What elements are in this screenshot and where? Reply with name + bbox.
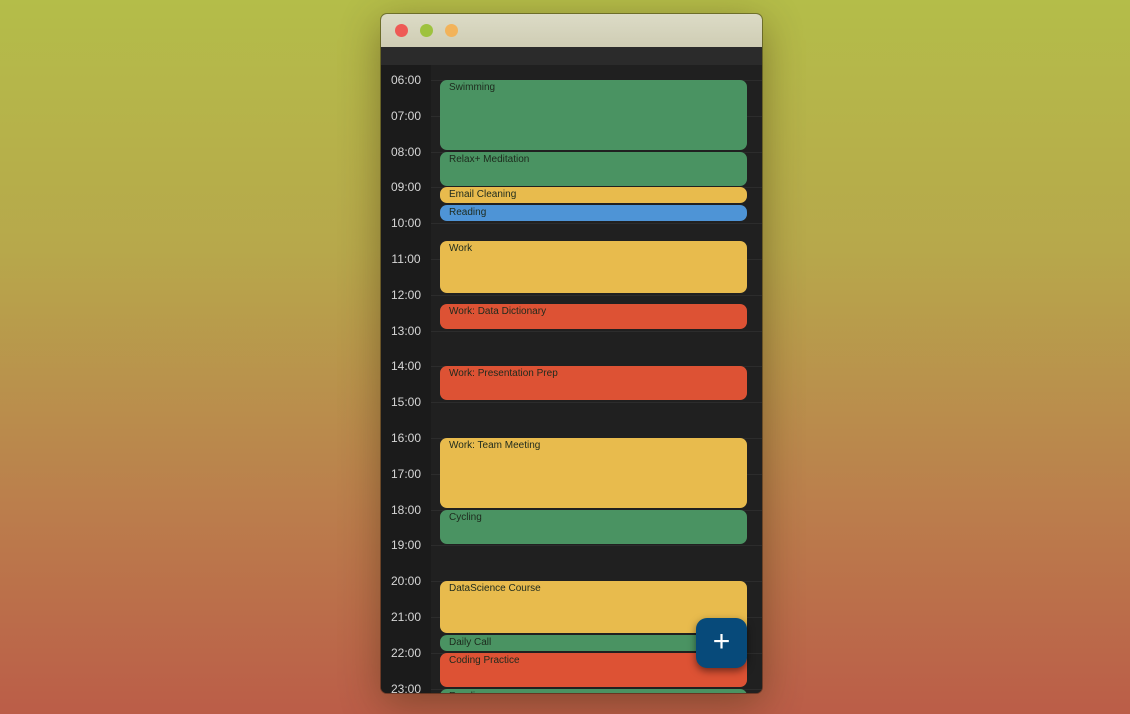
hour-gridline bbox=[431, 545, 762, 546]
event-block[interactable]: Cycling bbox=[440, 510, 747, 544]
hour-label: 12:00 bbox=[390, 288, 422, 302]
hour-label: 06:00 bbox=[390, 73, 422, 87]
event-title: Work: Presentation Prep bbox=[449, 368, 558, 379]
event-block[interactable]: Reading bbox=[440, 689, 747, 693]
minimize-window-button[interactable] bbox=[420, 24, 433, 37]
hour-label: 11:00 bbox=[391, 252, 421, 266]
event-block[interactable]: Work: Presentation Prep bbox=[440, 366, 747, 400]
hour-gridline bbox=[431, 223, 762, 224]
event-title: Swimming bbox=[449, 82, 496, 93]
close-window-button[interactable] bbox=[395, 24, 408, 37]
hour-label: 18:00 bbox=[390, 503, 422, 517]
event-block[interactable]: Work: Team Meeting bbox=[440, 438, 747, 508]
hour-label: 08:00 bbox=[390, 145, 422, 159]
add-event-button[interactable]: + bbox=[696, 618, 747, 668]
event-block[interactable]: Work bbox=[440, 241, 747, 293]
hour-label: 07:00 bbox=[390, 109, 422, 123]
event-title: Reading bbox=[449, 207, 487, 218]
title-bar bbox=[381, 14, 762, 47]
hour-label: 23:00 bbox=[390, 682, 422, 693]
toolbar-strip bbox=[381, 47, 762, 65]
hour-label: 13:00 bbox=[390, 324, 422, 338]
hour-label: 17:00 bbox=[390, 467, 422, 481]
event-block[interactable]: Relax+ Meditation bbox=[440, 152, 747, 186]
event-block[interactable]: Work: Data Dictionary bbox=[440, 304, 747, 329]
hour-label: 15:00 bbox=[390, 395, 422, 409]
event-title: Work: Data Dictionary bbox=[449, 306, 547, 317]
hour-gutter bbox=[381, 65, 431, 693]
calendar-window: 06:00 07:00 08:00 09:00 10:00 11:00 12:00 13:00… bbox=[381, 14, 762, 693]
plus-icon: + bbox=[712, 625, 731, 658]
hour-label: 16:00 bbox=[390, 431, 422, 445]
event-title: Relax+ Meditation bbox=[449, 154, 530, 165]
hour-gridline bbox=[431, 295, 762, 296]
hour-label: 19:00 bbox=[390, 538, 422, 552]
day-timeline[interactable]: 06:00 07:00 08:00 09:00 10:00 11:00 12:00 13:00… bbox=[381, 65, 762, 693]
event-block[interactable]: Reading bbox=[440, 205, 747, 221]
zoom-window-button[interactable] bbox=[445, 24, 458, 37]
event-title: Work bbox=[449, 243, 473, 254]
event-title: Daily Call bbox=[449, 637, 492, 648]
hour-gridline bbox=[431, 402, 762, 403]
event-block[interactable]: Swimming bbox=[440, 80, 747, 150]
event-title: Work: Team Meeting bbox=[449, 440, 541, 451]
hour-label: 10:00 bbox=[390, 216, 422, 230]
event-block[interactable]: Email Cleaning bbox=[440, 187, 747, 203]
event-title: Coding Practice bbox=[449, 655, 520, 666]
event-title: Cycling bbox=[449, 512, 482, 523]
hour-label: 20:00 bbox=[390, 574, 422, 588]
hour-gridline bbox=[431, 331, 762, 332]
hour-label: 14:00 bbox=[390, 359, 422, 373]
event-title: DataScience Course bbox=[449, 583, 541, 594]
hour-label: 22:00 bbox=[390, 646, 422, 660]
event-title: Email Cleaning bbox=[449, 189, 517, 200]
hour-label: 21:00 bbox=[390, 610, 422, 624]
event-title: Reading bbox=[449, 691, 738, 693]
hour-label: 09:00 bbox=[390, 180, 422, 194]
